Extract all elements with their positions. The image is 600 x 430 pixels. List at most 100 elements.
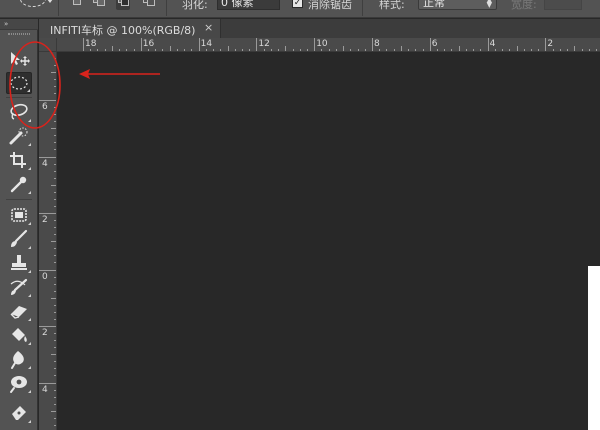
ruler-minor-tick [509,49,511,51]
ruler-minor-tick [54,290,56,292]
eyedropper-tool-button[interactable] [6,173,32,195]
ruler-minor-tick [502,49,504,51]
close-icon[interactable]: × [204,21,213,34]
document-page-edge [588,266,600,430]
ruler-minor-tick [54,142,56,144]
history-brush-tool-button[interactable] [6,276,32,298]
ruler-origin[interactable] [39,38,57,52]
ruler-major-tick [372,38,373,51]
ruler-minor-tick [54,121,56,123]
ruler-major-tick [39,213,56,214]
antialias-label: 消除锯齿 [308,0,352,11]
lasso-tool-button[interactable] [6,101,32,123]
new-selection-button[interactable] [70,0,84,10]
antialias-checkbox[interactable]: ✓ [292,0,303,8]
ruler-minor-tick [97,49,99,51]
tool-flyout-indicator [28,143,31,146]
ruler-minor-tick [169,46,171,51]
style-select[interactable]: 正常 ▲ ▼ [418,0,497,10]
ruler-label: 18 [85,39,97,49]
clone-stamp-tool-button[interactable] [6,252,32,274]
tool-flyout-indicator [28,119,31,122]
move-tool-button[interactable] [6,48,32,70]
ruler-label: 6 [431,39,438,49]
ruler-major-tick [39,100,56,101]
ruler-minor-tick [270,49,272,51]
ruler-minor-tick [54,262,56,264]
width-label: 宽度: [511,0,537,11]
ruler-minor-tick [364,49,366,51]
tool-flyout-indicator [28,366,31,369]
ruler-minor-tick [51,71,56,73]
panel-grip[interactable] [8,33,30,35]
tool-flyout-indicator [28,246,31,249]
ruler-minor-tick [465,49,467,51]
ruler-minor-tick [54,304,56,306]
add-to-selection-button[interactable] [92,0,106,10]
ruler-minor-tick [54,170,56,172]
feather-input[interactable]: 0 像素 [217,0,280,10]
ruler-minor-tick [559,49,561,51]
ruler-minor-tick [263,49,265,51]
horizontal-ruler[interactable]: 181614121086420 [57,38,600,52]
ruler-label: 10 [316,39,328,49]
ruler-minor-tick [552,49,554,51]
paint-bucket-tool-button[interactable] [6,324,32,346]
toolbox-divider [6,199,32,200]
ruler-minor-tick [292,49,294,51]
eraser-tool-button[interactable] [6,300,32,322]
ruler-minor-tick [54,311,56,313]
document-tab[interactable]: INFITI车标 @ 100%(RGB/8) × [39,19,221,38]
ruler-minor-tick [54,220,56,222]
ruler-minor-tick [444,49,446,51]
ruler-minor-tick [176,49,178,51]
ruler-minor-tick [54,163,56,165]
ruler-minor-tick [54,417,56,419]
collapse-panel-button[interactable]: » [0,19,38,30]
elliptical-marquee-tool-button[interactable] [6,72,32,94]
new-selection-icon [73,0,81,5]
document-tab-bar: INFITI车标 @ 100%(RGB/8) × [39,19,600,38]
ruler-minor-tick [350,49,352,51]
tool-preset-picker[interactable] [14,0,53,13]
crop-tool-button[interactable] [6,149,32,171]
ruler-minor-tick [54,78,56,80]
ruler-major-tick [314,38,316,51]
ruler-minor-tick [54,340,56,342]
spot-healing-tool-button[interactable] [6,204,32,226]
quick-selection-tool-button[interactable] [6,125,32,147]
blur-tool-button[interactable] [6,348,32,370]
ruler-minor-tick [400,46,402,51]
document-canvas[interactable] [58,53,600,430]
vertical-ruler[interactable]: 6 4 2 0 2 4 [39,52,57,430]
ruler-minor-tick [458,46,460,51]
ruler-minor-tick [321,49,323,51]
dodge-tool-button[interactable] [6,372,32,394]
ruler-minor-tick [90,49,92,51]
ruler-minor-tick [357,49,359,51]
ruler-minor-tick [54,396,56,398]
ruler-label: 2 [42,328,48,338]
intersect-selection-button[interactable] [142,0,156,10]
subtract-from-selection-button[interactable] [116,0,130,10]
ruler-minor-tick [54,361,56,363]
move-icon [11,52,30,66]
tool-flyout-indicator [28,270,31,273]
ruler-minor-tick [241,49,243,51]
ruler-minor-tick [379,49,381,51]
ruler-label: 4 [42,158,48,169]
brush-tool-button[interactable] [6,228,32,250]
ruler-minor-tick [54,107,56,109]
ruler-major-tick [39,269,56,271]
ruler-minor-tick [516,46,518,51]
ruler-minor-tick [54,375,56,377]
ruler-minor-tick [54,403,56,405]
pen-tool-button[interactable] [6,402,32,424]
ruler-label: 0 [42,271,48,282]
ruler-minor-tick [54,389,56,391]
ruler-major-tick [545,38,547,51]
ruler-minor-tick [111,46,113,51]
width-input[interactable] [544,0,582,10]
ruler-minor-tick [133,49,135,51]
ruler-major-tick [39,382,56,384]
